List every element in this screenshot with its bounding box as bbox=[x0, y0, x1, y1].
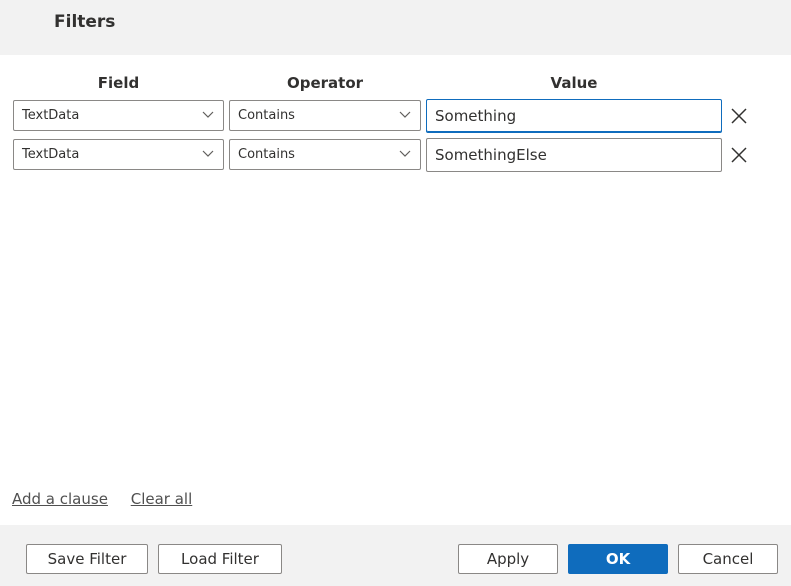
field-dropdown-value: TextData bbox=[22, 108, 80, 123]
column-header-value: Value bbox=[550, 74, 598, 92]
chevron-down-icon bbox=[202, 111, 214, 118]
operator-dropdown[interactable]: Contains bbox=[229, 100, 421, 131]
clear-all-link[interactable]: Clear all bbox=[131, 490, 193, 508]
chevron-down-icon bbox=[399, 150, 411, 157]
close-icon[interactable] bbox=[729, 106, 749, 126]
close-icon[interactable] bbox=[729, 145, 749, 165]
clause-links: Add a clause Clear all bbox=[12, 490, 210, 508]
field-dropdown[interactable]: TextData bbox=[13, 100, 224, 131]
operator-dropdown-value: Contains bbox=[238, 108, 295, 123]
cancel-button[interactable]: Cancel bbox=[678, 544, 778, 574]
apply-button[interactable]: Apply bbox=[458, 544, 558, 574]
chevron-down-icon bbox=[202, 150, 214, 157]
value-input[interactable] bbox=[426, 138, 722, 172]
load-filter-button[interactable]: Load Filter bbox=[158, 544, 282, 574]
dialog-title: Filters bbox=[54, 12, 116, 32]
dialog-footer: Save Filter Load Filter Apply OK Cancel bbox=[0, 525, 791, 586]
column-header-field: Field bbox=[97, 74, 140, 92]
ok-button[interactable]: OK bbox=[568, 544, 668, 574]
clause-row: TextData Contains bbox=[0, 138, 791, 172]
save-filter-button[interactable]: Save Filter bbox=[26, 544, 148, 574]
operator-dropdown-value: Contains bbox=[238, 147, 295, 162]
dialog-header: Filters bbox=[0, 0, 791, 55]
add-clause-link[interactable]: Add a clause bbox=[12, 490, 108, 508]
chevron-down-icon bbox=[399, 111, 411, 118]
field-dropdown[interactable]: TextData bbox=[13, 139, 224, 170]
column-header-operator: Operator bbox=[286, 74, 364, 92]
operator-dropdown[interactable]: Contains bbox=[229, 139, 421, 170]
value-input[interactable] bbox=[426, 99, 722, 133]
field-dropdown-value: TextData bbox=[22, 147, 80, 162]
clause-row: TextData Contains bbox=[0, 99, 791, 133]
